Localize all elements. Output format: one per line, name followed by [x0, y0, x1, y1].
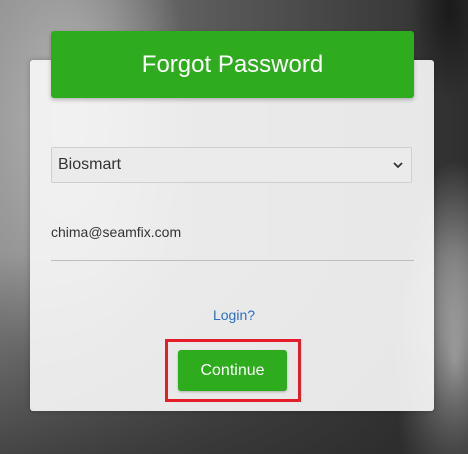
organization-select[interactable]: Biosmart	[51, 147, 412, 183]
continue-button[interactable]: Continue	[178, 350, 287, 391]
page-title: Forgot Password	[141, 50, 324, 78]
organization-select-value: Biosmart	[58, 156, 122, 173]
login-link[interactable]: Login?	[213, 307, 255, 323]
login-link-row: Login?	[0, 307, 468, 325]
email-field-value: chima@seamfix.com	[51, 224, 182, 240]
card-header: Forgot Password	[51, 31, 414, 98]
chevron-down-icon	[393, 160, 403, 170]
email-field[interactable]: chima@seamfix.com	[51, 216, 414, 261]
